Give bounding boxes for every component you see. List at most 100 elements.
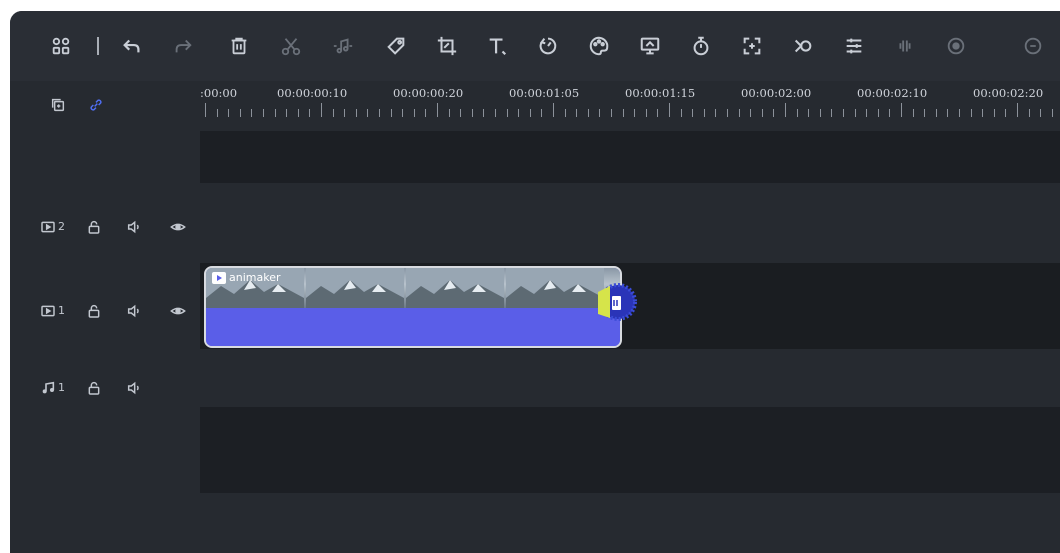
clip-trim-handle[interactable] (596, 274, 644, 330)
eye-icon[interactable] (170, 219, 186, 235)
ruler-tick (297, 109, 299, 117)
ruler-label: 00:00:01:05 (509, 86, 580, 100)
track-number: 1 (58, 381, 65, 394)
ruler-tick (460, 109, 462, 117)
ruler-label: 00:00:02:00 (741, 86, 812, 100)
thumbnail-frame (506, 268, 604, 308)
ruler-tick (228, 109, 230, 117)
ruler-label: 00:00:00:20 (393, 86, 464, 100)
record-icon[interactable] (943, 33, 969, 59)
ruler-tick (437, 103, 438, 117)
green-screen-icon[interactable] (637, 33, 663, 59)
more-icon[interactable] (1020, 33, 1046, 59)
ruler-tick (367, 109, 369, 117)
cut-icon[interactable] (278, 33, 304, 59)
crop-icon[interactable] (434, 33, 460, 59)
lock-icon[interactable] (86, 380, 102, 396)
ruler-tick (553, 103, 554, 117)
tag-icon[interactable] (383, 33, 409, 59)
ruler-tick (1005, 109, 1007, 117)
ruler-tick (564, 109, 566, 117)
layout-grid-icon[interactable] (48, 33, 74, 59)
ruler-tick (738, 109, 740, 117)
ruler-tick (831, 109, 833, 117)
color-icon[interactable] (586, 33, 612, 59)
ruler-tick (205, 103, 206, 117)
ruler-tick (912, 109, 914, 117)
speed-icon[interactable] (535, 33, 561, 59)
ruler-tick (506, 109, 508, 117)
video-clip[interactable]: animaker (204, 266, 622, 348)
ruler-tick (982, 109, 984, 117)
ruler-tick (901, 103, 902, 117)
ruler-tick (727, 109, 728, 117)
ruler-tick (332, 109, 334, 117)
ruler-tick (692, 109, 694, 117)
ruler-tick (877, 109, 879, 117)
ruler-tick (715, 109, 717, 117)
delete-icon[interactable] (226, 33, 252, 59)
undo-icon[interactable] (119, 33, 145, 59)
empty-lane (200, 493, 1060, 553)
ruler-tick (773, 109, 775, 117)
audio-detach-icon[interactable] (330, 33, 356, 59)
ruler-tick (1028, 109, 1030, 117)
ruler-tick (251, 109, 253, 117)
ruler-tick (645, 109, 647, 117)
play-logo-icon (212, 271, 226, 284)
ruler-label: 00:00:01:15 (625, 86, 696, 100)
ruler-tick (1051, 109, 1053, 117)
audio-track-1-lane[interactable] (200, 349, 1060, 407)
audio-split-icon[interactable] (892, 33, 918, 59)
text-icon[interactable] (484, 33, 510, 59)
video-editor-window: :00:00 00:00:00:10 00:00:00:20 00:00:01:… (10, 11, 1060, 553)
ruler-tick (344, 109, 346, 117)
ruler-tick (657, 109, 659, 117)
timer-icon[interactable] (688, 33, 714, 59)
redo-icon[interactable] (170, 33, 196, 59)
video-track-2-lane[interactable] (200, 183, 1060, 263)
ruler-label: 00:00:02:10 (857, 86, 928, 100)
ruler-tick (402, 109, 404, 117)
thumbnail-frame (406, 268, 504, 308)
ruler-tick (622, 109, 624, 117)
ruler-tick (321, 103, 322, 117)
adjust-icon[interactable] (841, 33, 867, 59)
ruler-tick (785, 103, 786, 117)
timeline-toolbar (10, 11, 1060, 81)
fit-frame-icon[interactable] (739, 33, 765, 59)
ruler-tick (935, 109, 937, 117)
speaker-icon[interactable] (126, 303, 142, 319)
ruler-tick (1040, 109, 1042, 117)
clip-thumbnails: animaker (206, 268, 620, 308)
ruler-tick (750, 109, 752, 117)
clip-name: animaker (229, 271, 281, 284)
ruler-tick (889, 109, 891, 117)
ruler-tick (390, 109, 392, 117)
timeline-ruler[interactable]: :00:00 00:00:00:10 00:00:00:20 00:00:01:… (200, 81, 1060, 131)
ruler-tick (611, 109, 612, 117)
toolbar-separator (97, 37, 99, 55)
ruler-tick (587, 109, 589, 117)
ruler-tick (680, 109, 682, 117)
ruler-tick (796, 109, 798, 117)
link-icon[interactable] (88, 97, 104, 113)
ruler-tick (413, 109, 415, 117)
speaker-icon[interactable] (126, 380, 142, 396)
ruler-tick (309, 109, 311, 117)
lock-icon[interactable] (86, 219, 102, 235)
speaker-icon[interactable] (126, 219, 142, 235)
ruler-tick (216, 109, 218, 117)
thumbnail-frame (306, 268, 404, 308)
track-headers: 2 1 1 (10, 81, 200, 553)
ruler-tick (993, 109, 995, 117)
eye-icon[interactable] (170, 303, 186, 319)
ruler-tick (924, 109, 926, 117)
ruler-tick (959, 109, 960, 117)
ruler-tick (495, 109, 496, 117)
add-track-icon[interactable] (50, 97, 66, 113)
lock-icon[interactable] (86, 303, 102, 319)
ruler-tick (379, 109, 380, 117)
transition-icon[interactable] (790, 33, 816, 59)
music-note-icon (40, 380, 56, 396)
